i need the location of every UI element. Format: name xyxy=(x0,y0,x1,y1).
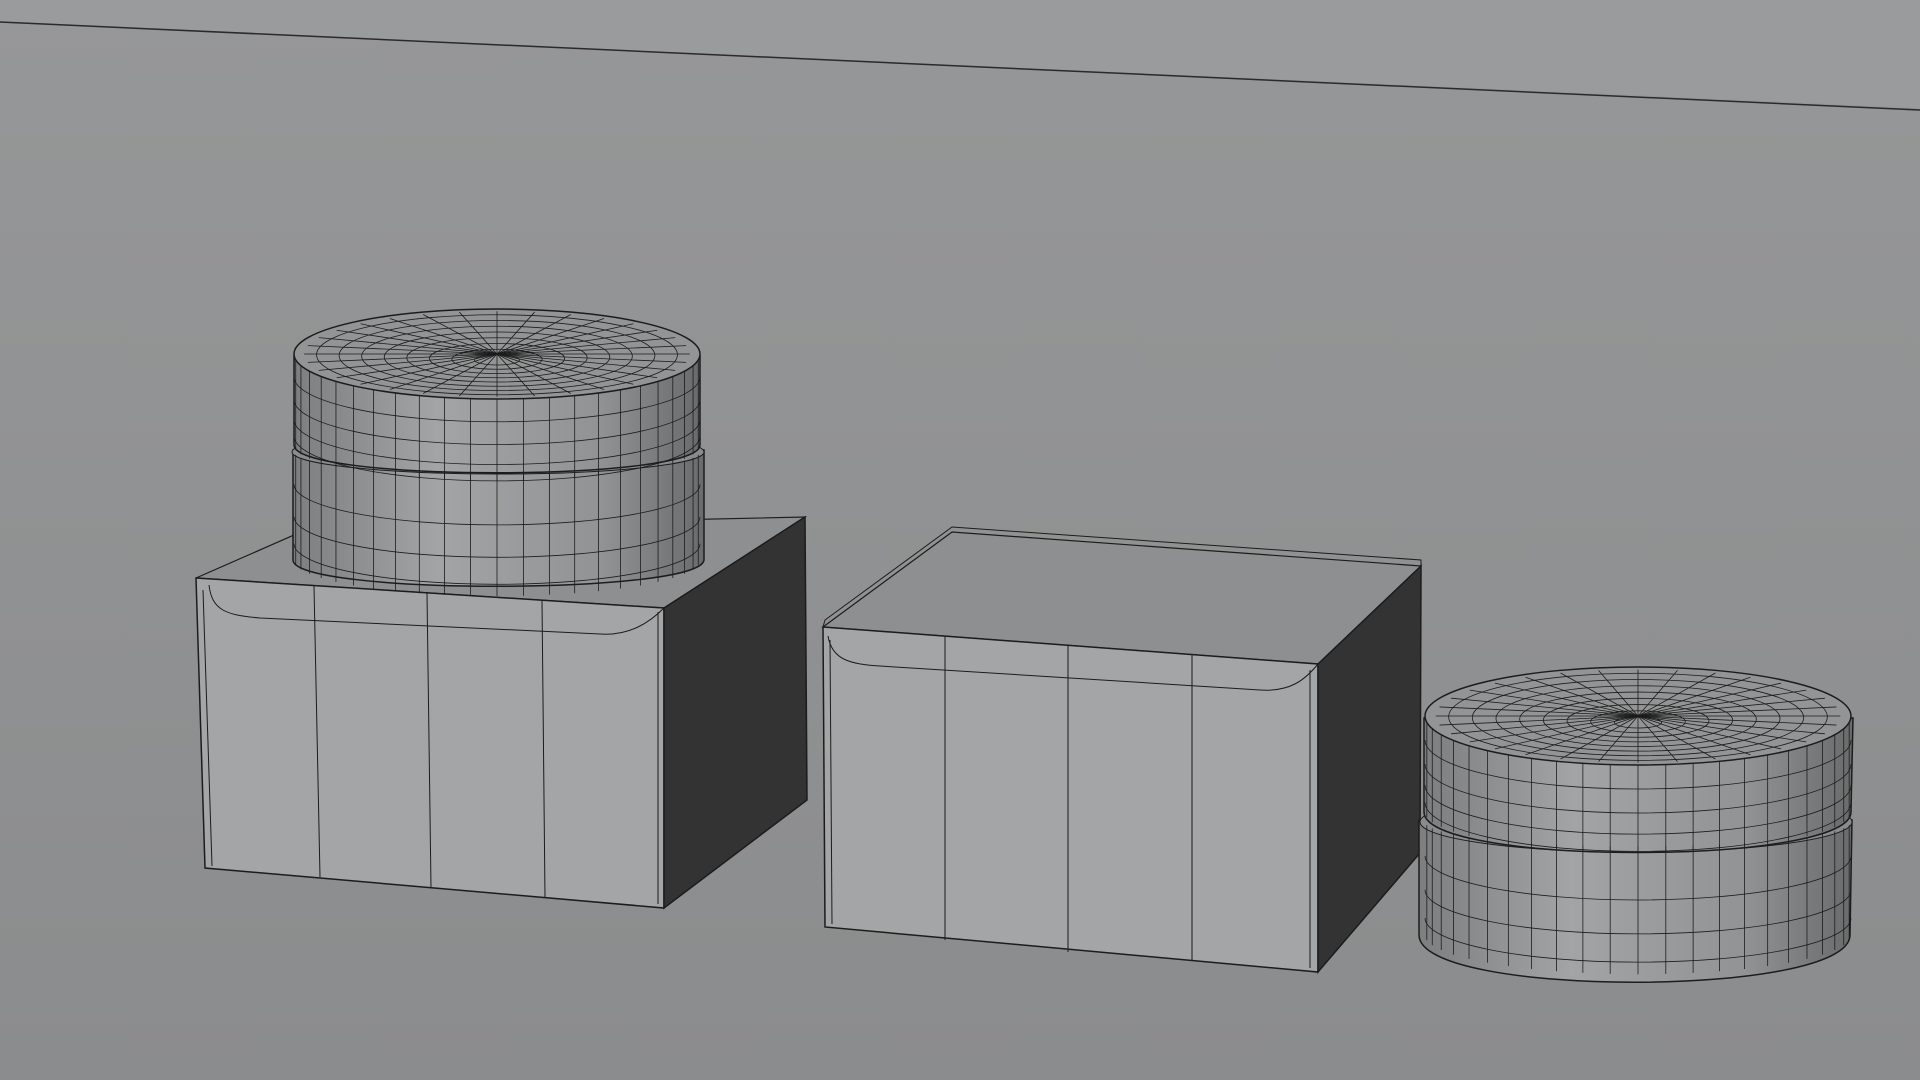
cardboard-box-center[interactable] xyxy=(821,526,1423,975)
box-left-front-face xyxy=(195,577,665,909)
box-center-front-face xyxy=(822,626,1319,973)
cosmetic-jar-right[interactable] xyxy=(1418,666,1854,983)
wireframe-scene xyxy=(0,0,1920,1080)
cosmetic-jar-on-box[interactable] xyxy=(291,308,705,596)
3d-viewport[interactable] xyxy=(0,0,1920,1080)
